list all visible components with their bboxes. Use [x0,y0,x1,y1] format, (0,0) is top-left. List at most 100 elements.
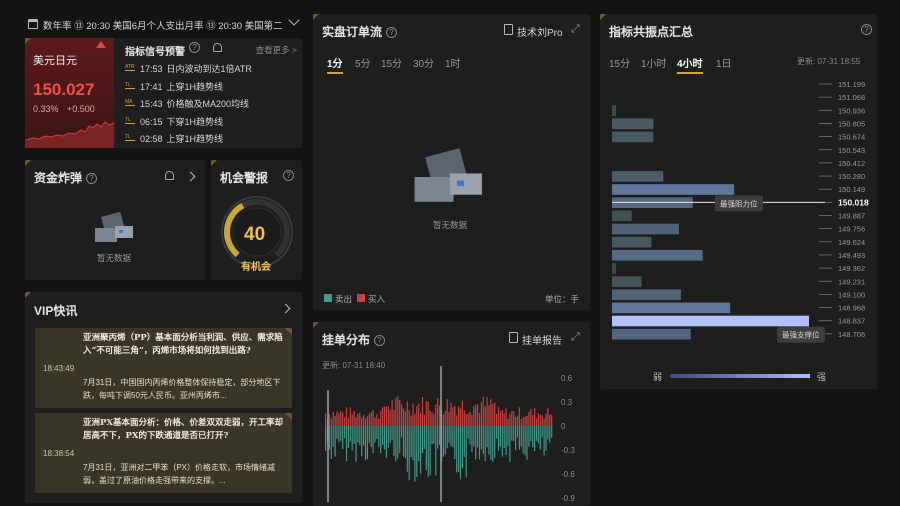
bell-icon[interactable] [165,171,174,180]
distribution-bar-buy [334,415,336,426]
resonance-bar[interactable] [612,302,731,314]
resonance-bar[interactable] [612,210,632,222]
vip-news-item[interactable]: 18:43:49 亚洲聚丙烯（PP）基本面分析当利润、供应、需求陷入“不可能三角”… [35,328,292,408]
level-label: 148.968 [838,304,865,313]
resonance-bar[interactable] [612,171,664,182]
help-icon[interactable]: ? [86,173,98,184]
distribution-bar-sell [448,426,450,443]
vip-news-item[interactable]: 18:38:54 亚洲PX基本面分析：价格、价差双双走弱，开工率却居高不下，PX的… [35,413,292,493]
resonance-bar[interactable] [612,105,616,116]
distribution-bar-sell [486,426,488,448]
distribution-bar-buy [545,413,547,426]
resonance-updated: 更新: 07-31 18:55 [797,57,861,66]
resonance-bar[interactable] [612,249,703,261]
distribution-bar-buy [408,410,410,426]
resonance-bar[interactable] [612,263,616,274]
news-headline: 亚洲PX基本面分析：价格、价差双双走弱，开工率却居高不下，PX的下跌通道是否已打… [83,418,283,441]
distribution-bar-sell [435,426,437,476]
distribution-bar-sell [340,426,342,441]
resonance-bar[interactable] [612,276,642,287]
distribution-axis-label: -0.6 [561,470,575,479]
distribution-bar-buy [425,400,427,426]
distribution-bar-sell [330,426,332,459]
resonance-bar[interactable] [612,236,652,248]
of-tab[interactable]: 30分 [413,55,434,70]
pro-link[interactable]: 技术刘Pro [517,24,563,39]
distribution-bar-buy [402,408,405,426]
distribution-bar-sell [353,426,355,444]
alert-text: 上穿1H趋势线 [166,81,224,92]
ticker-bar[interactable]: 数年率 ⑬ 20:30 美国6月个人支出月率 ⑬ 20:30 美国第二季 [25,14,302,36]
distribution-bar-sell [338,426,340,443]
distribution-bar-sell [475,426,477,460]
help-icon[interactable]: ? [386,27,398,38]
resonance-bar[interactable] [612,118,654,130]
distribution-bar-buy [520,419,522,426]
distribution-bar-buy [397,396,399,426]
of-tab[interactable]: 1时 [445,55,461,70]
distribution-bar-sell [467,426,469,439]
expand-icon[interactable]: ⤢ [571,23,580,36]
news-body: 7月31日，中国国内丙烯价格整体保持稳定，部分地区下跌，每吨下调50元人民币。亚… [83,378,281,400]
help-icon[interactable]: ? [189,42,200,53]
chevron-right-icon[interactable] [185,171,196,182]
chevron-down-icon[interactable] [288,14,300,26]
of-tab[interactable]: 1分 [327,55,343,74]
chance-alert-panel: 机会警报 ? 40 有机会 [211,160,302,280]
resonance-bar[interactable] [612,131,654,143]
distribution-bar-buy [549,414,551,426]
resonance-bar[interactable] [612,315,809,327]
rs-tab[interactable]: 15分 [609,55,630,70]
rs-tab[interactable]: 1小时 [641,55,667,70]
distribution-bar-sell [522,426,524,454]
alert-item[interactable]: TL 06:15 下穿1H趋势线 [125,115,300,131]
distribution-bar-buy [496,413,498,426]
distribution-bar-sell [404,426,406,459]
chevron-right-icon[interactable] [280,303,291,314]
distribution-bar-buy [414,413,416,426]
rs-tab[interactable]: 1日 [716,55,732,70]
help-icon[interactable]: ? [861,24,872,35]
more-link[interactable]: 查看更多 > [256,44,297,56]
resonance-bar[interactable] [612,184,735,195]
alert-item[interactable]: ATR 17:53 日内波动到达1倍ATR [125,62,300,78]
distribution-bar-sell [389,426,391,443]
distribution-bar-sell [345,426,348,462]
resonance-bar[interactable] [612,223,679,235]
resonance-bar[interactable] [612,328,691,340]
distribution-bar-sell [463,426,465,457]
rs-tab[interactable]: 4小时 [677,55,703,74]
distribution-bar-sell [374,426,376,443]
expand-icon[interactable]: ⤢ [571,331,580,344]
corner-mark [25,38,31,44]
distribution-bar-buy [325,413,327,426]
corner-mark [313,14,319,20]
distribution-bar-sell [325,426,327,451]
distribution-bar-sell [366,426,368,460]
alert-item[interactable]: TL 02:58 上穿1H趋势线 [125,132,300,148]
of-tab[interactable]: 15分 [381,55,402,70]
resonance-bar[interactable] [612,289,681,301]
level-label: 148.706 [838,330,865,339]
help-icon[interactable]: ? [283,170,294,181]
alert-time: 06:15 [140,116,163,127]
distribution-bar-sell [385,426,387,458]
alert-item[interactable]: TL 17:41 上穿1H趋势线 [125,80,300,96]
distribution-bar-buy [497,407,500,426]
distribution-bar-buy [366,416,368,426]
of-tab[interactable]: 5分 [355,55,371,70]
distribution-bar-sell [328,426,330,450]
help-icon[interactable]: ? [374,335,386,346]
distribution-bar-sell [342,426,344,450]
quote-card[interactable]: 美元日元 150.027 0.33% +0.500 [25,38,114,148]
report-link[interactable]: 挂单报告 [522,332,562,347]
distribution-bar-sell [497,426,500,451]
empty-text: 暂无数据 [97,253,132,263]
bell-icon[interactable] [213,43,222,52]
corner-mark [25,160,31,166]
alert-item[interactable]: MA 15:43 价格触及MA200均线 [125,97,300,113]
alert-time: 02:58 [140,134,163,144]
distribution-bar-sell [471,426,473,452]
distribution-bar-sell [393,426,395,457]
distribution-bar-buy [456,415,458,426]
